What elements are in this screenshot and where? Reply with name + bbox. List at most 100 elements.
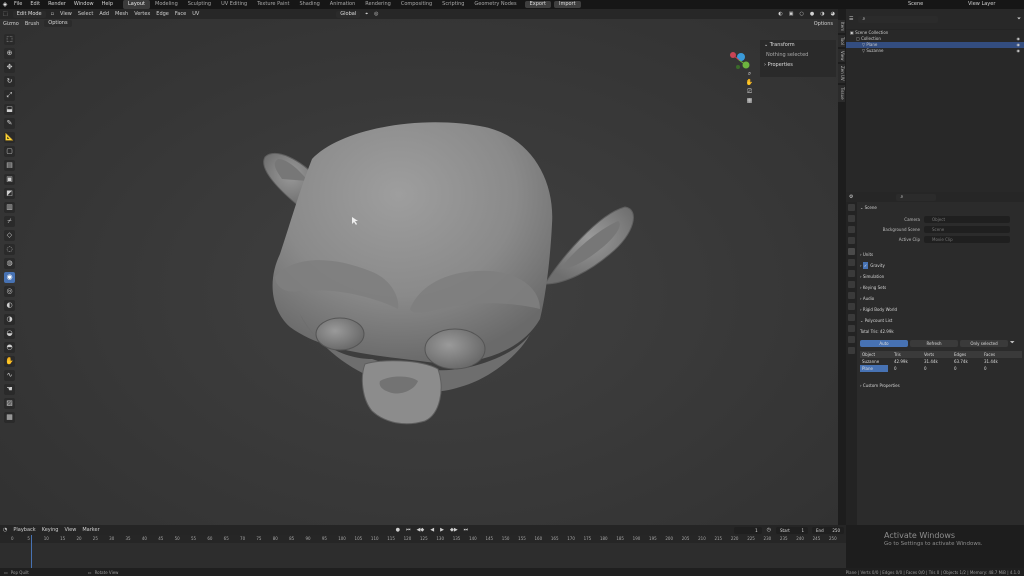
tab-item[interactable]: Item [838,20,845,34]
start-frame-field[interactable]: Start 1 [776,526,808,534]
workspace-tab-scripting[interactable]: Scripting [437,0,469,9]
record-icon[interactable]: ● [393,525,403,535]
physics-tab-icon[interactable] [848,303,855,310]
tab-zen-uv[interactable]: Zen UV [838,64,845,84]
menu-render[interactable]: Render [44,0,70,9]
workspace-tab-compositing[interactable]: Compositing [396,0,437,9]
filter-icon[interactable]: ⏷ [1014,14,1024,24]
outliner-row[interactable]: ▽ Suzanne ◉ [846,48,1024,54]
prev-key-icon[interactable]: ◀◆ [414,525,428,535]
gravity-checkbox[interactable]: ✓ [862,262,869,269]
workspace-tab-layout[interactable]: Layout [123,0,150,9]
playhead[interactable] [31,535,32,568]
render-tab-icon[interactable] [848,215,855,222]
tab-view[interactable]: View [838,48,845,63]
menu-edit[interactable]: Edit [26,0,44,9]
object-tab-icon[interactable] [848,270,855,277]
scene-selector[interactable]: Scene [904,0,964,9]
sculpt-mesh[interactable] [0,9,838,525]
menu-help[interactable]: Help [98,0,117,9]
scene-section-header[interactable]: ⌄ Scene [860,204,1022,211]
custom-properties-section[interactable]: › Custom Properties [860,382,1022,389]
grid-icon[interactable]: ▦ [745,96,754,105]
table-cell[interactable]: Plane [860,365,888,372]
workspace-tab-animation[interactable]: Animation [325,0,361,9]
refresh-button[interactable]: Refresh [910,339,958,347]
rigid-body-world-section[interactable]: › Rigid Body World [860,306,1022,313]
tab-tissue[interactable]: Tissue [838,85,845,102]
next-key-icon[interactable]: ◆▶ [447,525,461,535]
particles-tab-icon[interactable] [848,292,855,299]
play-icon[interactable]: ▶ [437,525,447,535]
import-button[interactable]: Import [553,1,581,8]
export-button[interactable]: Export [524,1,551,8]
auto-button[interactable]: Auto [860,339,908,347]
constraints-tab-icon[interactable] [848,314,855,321]
properties-panel-header[interactable]: › Properties [760,60,836,71]
properties-type-icon[interactable]: ⚙ [846,192,856,202]
jump-end-icon[interactable]: ⏭ [461,525,472,535]
options-dropdown[interactable]: Options [762,19,836,29]
table-header-cell[interactable]: Edges [952,351,982,358]
play-reverse-icon[interactable]: ◀ [427,525,437,535]
menu-window[interactable]: Window [70,0,98,9]
simulation-section[interactable]: › Simulation [860,273,1022,280]
properties-search-input[interactable]: ⌕ [896,193,937,201]
view-menu[interactable]: View [61,525,79,535]
view-layer-selector[interactable]: View Layer [964,0,1024,9]
end-frame-field[interactable]: End 250 [812,526,844,534]
workspace-tab-texture-paint[interactable]: Texture Paint [252,0,294,9]
modifier-tab-icon[interactable] [848,281,855,288]
jump-start-icon[interactable]: ⏮ [403,525,414,535]
workspace-tab-sculpting[interactable]: Sculpting [183,0,216,9]
pan-hand-icon[interactable]: ✋ [745,78,754,87]
workspace-tab-rendering[interactable]: Rendering [360,0,396,9]
audio-section[interactable]: › Audio [860,295,1022,302]
3d-viewport[interactable]: ⬚ Edit Mode ▫ View Select Add Mesh Verte… [0,9,838,525]
workspace-tab-uv-editing[interactable]: UV Editing [216,0,252,9]
table-cell[interactable]: Suzanne [860,358,892,365]
table-header-cell[interactable]: Tris [892,351,922,358]
output-tab-icon[interactable] [848,226,855,233]
texture-tab-icon[interactable] [848,347,855,354]
timeline-ruler[interactable]: 0 5 10 15 20 25 30 35 40 45 50 55 60 65 70 75 80 85 90 95 10… [0,535,846,543]
view-layer-tab-icon[interactable] [848,237,855,244]
only-selected-button[interactable]: Only selected [960,339,1008,347]
current-frame-field[interactable]: 1 [733,526,762,534]
blender-logo-icon[interactable]: ◈ [0,0,10,9]
polycount-list-section[interactable]: ⌄ Polycount List [860,317,1022,324]
filter-icon[interactable]: ⏷ [1010,339,1015,347]
gravity-section[interactable]: › ✓ Gravity [860,262,1022,269]
scene-tab-icon[interactable] [848,248,855,255]
world-tab-icon[interactable] [848,259,855,266]
nav-buttons: ⌕ ✋ ⎚ ▦ [745,69,754,105]
table-header-cell[interactable]: Verts [922,351,952,358]
tool-tab-icon[interactable] [848,204,855,211]
keying-menu[interactable]: Keying [39,525,62,535]
units-section[interactable]: › Units [860,251,1022,258]
playback-menu[interactable]: Playback [10,525,38,535]
background-scene-field[interactable]: Scene [924,225,1010,233]
outliner-type-icon[interactable]: ☰ [846,14,856,24]
table-header-cell[interactable]: Faces [982,351,1012,358]
transform-panel-header[interactable]: ⌄ Transform [760,40,836,51]
workspace-tab-geometry-nodes[interactable]: Geometry Nodes [469,0,521,9]
outliner-search-input[interactable]: ⌕ [858,15,939,23]
timeline-type-icon[interactable]: ◔ [0,525,10,535]
preview-range-icon[interactable]: ◷ [764,525,774,535]
marker-menu[interactable]: Marker [79,525,102,535]
zoom-icon[interactable]: ⌕ [745,69,754,78]
table-header-cell[interactable]: Object [860,351,892,358]
active-clip-field[interactable]: Movie Clip [924,235,1010,243]
timeline-body[interactable] [0,535,846,568]
visibility-eye-icon[interactable]: ◉ [1017,48,1024,54]
camera-field[interactable]: Object [924,215,1010,223]
camera-icon[interactable]: ⎚ [745,87,754,96]
workspace-tab-modeling[interactable]: Modeling [150,0,183,9]
material-tab-icon[interactable] [848,336,855,343]
menu-file[interactable]: File [10,0,26,9]
keying-sets-section[interactable]: › Keying Sets [860,284,1022,291]
tab-tool[interactable]: Tool [838,35,845,47]
workspace-tab-shading[interactable]: Shading [294,0,324,9]
data-tab-icon[interactable] [848,325,855,332]
